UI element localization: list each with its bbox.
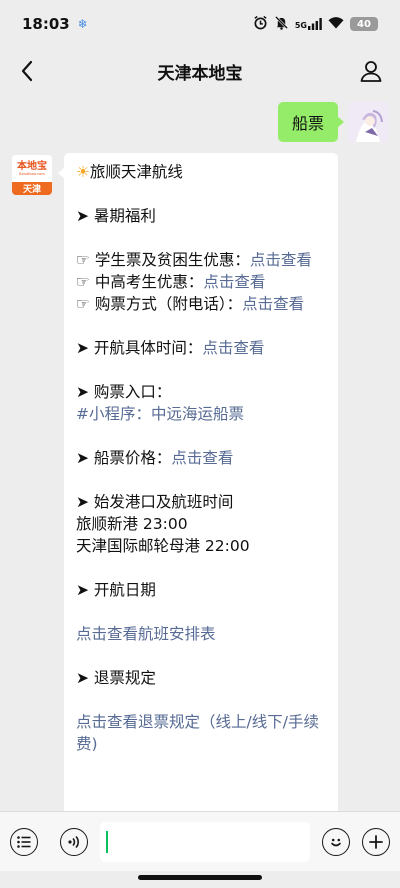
sailing-dates-heading: ➤ 开航日期: [76, 581, 156, 599]
message-title-line: ☀旅顺天津航线: [76, 161, 326, 183]
list-icon: [17, 835, 31, 848]
emoji-icon: [331, 838, 341, 846]
student-discount-link[interactable]: 点击查看: [250, 251, 312, 269]
purchase-method-label: ☞ 购票方式（附电话）：: [76, 295, 243, 313]
profile-button[interactable]: [356, 56, 386, 86]
plus-icon: [369, 834, 383, 849]
battery-indicator: 40: [350, 17, 378, 31]
message-title: 旅顺天津航线: [89, 163, 183, 181]
bot-message-bubble: ☀旅顺天津航线 ➤ 暑期福利 ☞ 学生票及贫困生优惠：点击查看 ☞ 中高考生优惠…: [58, 153, 338, 811]
network-label: 5G: [294, 21, 307, 30]
sync-icon: ❄: [77, 17, 88, 31]
page-title: 天津本地宝: [157, 63, 243, 84]
student-discount-line: ☞ 学生票及贫困生优惠：点击查看: [76, 249, 326, 271]
exam-discount-label: ☞ 中高考生优惠：: [76, 273, 204, 291]
home-indicator[interactable]: [138, 875, 262, 880]
port-tianjin: 天津国际邮轮母港 22:00: [76, 537, 250, 555]
ports-heading: ➤ 始发港口及航班时间: [76, 493, 234, 511]
alarm-icon: [253, 15, 268, 33]
voice-button[interactable]: [60, 827, 88, 856]
mute-icon: [274, 15, 289, 33]
add-button[interactable]: [362, 827, 390, 856]
purchase-method-line: ☞ 购票方式（附电话）：点击查看: [76, 293, 326, 315]
mini-program-link[interactable]: #小程序：中远海运船票: [76, 403, 326, 425]
chevron-left-icon: [21, 60, 33, 82]
exam-discount-link[interactable]: 点击查看: [203, 273, 265, 291]
ticket-price-label: ➤ 船票价格：: [76, 449, 172, 467]
purchase-method-link[interactable]: 点击查看: [242, 295, 304, 313]
schedule-link[interactable]: 点击查看航班安排表: [76, 623, 326, 645]
logo-subtext: Bendibao.com: [19, 171, 45, 176]
input-actions: [322, 827, 390, 856]
ticket-price-line: ➤ 船票价格：点击查看: [76, 447, 326, 469]
nav-bar: 天津本地宝: [0, 48, 400, 94]
logo-city: 天津: [12, 182, 52, 195]
bendibao-logo: 本地宝 Bendibao.com: [12, 155, 52, 182]
input-bar: [0, 811, 400, 871]
ticket-price-link[interactable]: 点击查看: [171, 449, 233, 467]
status-icons: 5G 40: [253, 15, 378, 33]
sail-time-link[interactable]: 点击查看: [202, 339, 264, 357]
sail-time-line: ➤ 开航具体时间：点击查看: [76, 337, 326, 359]
signal-icon: 5G: [295, 18, 322, 30]
ticket-entry-label: ➤ 购票入口：: [76, 383, 172, 401]
status-bar: 18:03 ❄ 5G 40: [0, 0, 400, 48]
bot-avatar[interactable]: 本地宝 Bendibao.com 天津: [12, 155, 52, 195]
message-input[interactable]: [100, 821, 310, 862]
exam-discount-line: ☞ 中高考生优惠：点击查看: [76, 271, 326, 293]
refund-heading: ➤ 退票规定: [76, 669, 156, 687]
user-message-text: 船票: [291, 114, 324, 133]
person-icon: [360, 61, 382, 82]
menu-button[interactable]: [10, 827, 38, 856]
emoji-button[interactable]: [322, 827, 350, 856]
sun-icon: ☀: [76, 163, 90, 181]
chat-area[interactable]: 船票 本地宝 Bendibao.com 天津 ☀旅顺天津航线 ➤ 暑期福利 ☞ …: [0, 96, 400, 811]
sail-time-label: ➤ 开航具体时间：: [76, 339, 203, 357]
user-avatar[interactable]: [348, 102, 388, 142]
logo-text: 本地宝: [17, 160, 47, 172]
wifi-icon: [328, 16, 344, 32]
port-lushun: 旅顺新港 23:00: [76, 515, 188, 533]
welfare-heading: ➤ 暑期福利: [76, 207, 156, 225]
anime-avatar-image: [348, 102, 388, 142]
student-discount-label: ☞ 学生票及贫困生优惠：: [76, 251, 250, 269]
status-time: 18:03: [22, 15, 70, 33]
text-cursor: [106, 830, 108, 853]
voice-icon: [68, 835, 79, 848]
user-message-row: 船票: [277, 102, 388, 142]
user-message-bubble[interactable]: 船票: [277, 102, 345, 142]
refund-link[interactable]: 点击查看退票规定（线上/线下/手续费): [76, 711, 326, 755]
back-button[interactable]: [12, 56, 42, 86]
